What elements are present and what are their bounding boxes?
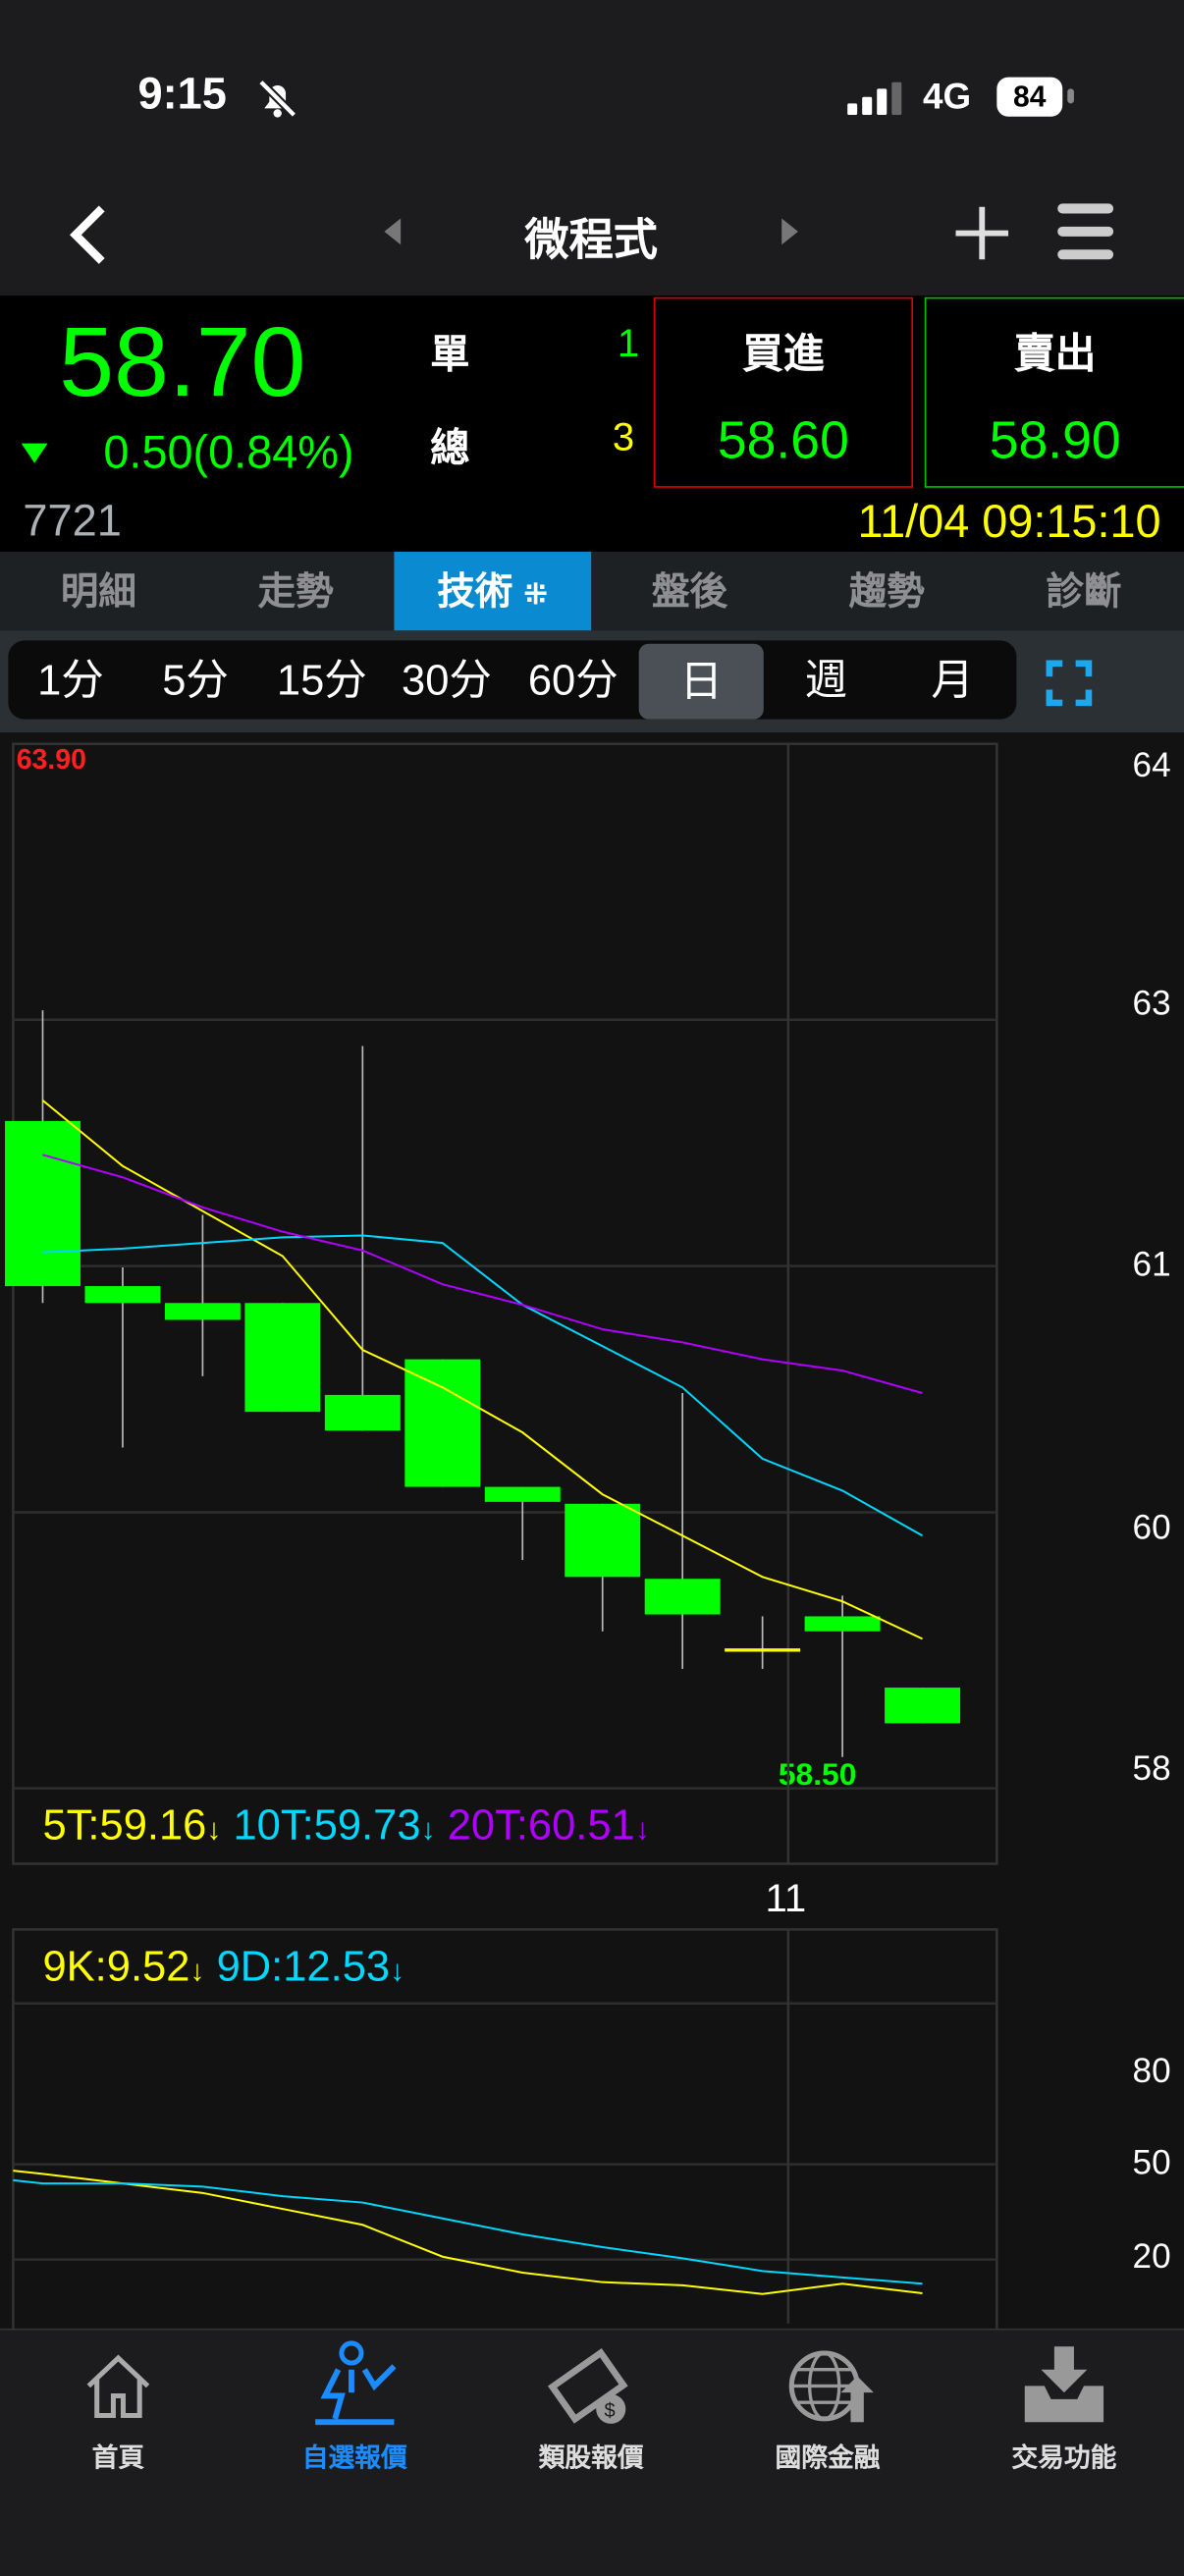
tab-details[interactable]: 明細 — [0, 552, 197, 630]
kd-legend: 9K:9.52↓ 9D:12.53↓ — [42, 1941, 404, 1992]
bid-box[interactable]: 買進 58.60 — [653, 296, 914, 488]
status-bar: 9:15 4G 84 — [0, 0, 1184, 181]
x-tick-label: 11 — [765, 1876, 807, 1922]
bid-label: 買進 — [742, 331, 825, 378]
collapse-icon: ⁜ — [522, 577, 549, 612]
total-volume: 3 — [612, 415, 635, 460]
down-triangle-icon — [21, 443, 48, 463]
period-selector: 1分 5分 15分 30分 60分 日 週 月 — [0, 630, 1184, 733]
nav-trade-label: 交易功能 — [1011, 2444, 1117, 2474]
back-icon[interactable] — [66, 203, 112, 266]
period-day[interactable]: 日 — [638, 643, 764, 720]
ma5-legend: 5T:59.16 — [42, 1799, 207, 1850]
y-tick-label: 64 — [1132, 747, 1171, 785]
tab-technical[interactable]: 技術 ⁜ — [394, 552, 592, 631]
battery-level: 84 — [996, 77, 1063, 117]
bell-slash-icon — [258, 79, 297, 119]
status-time: 9:15 — [137, 69, 227, 119]
stock-title: 微程式 — [524, 215, 658, 265]
stock-technical-screen: 9:15 4G 84 微程式 58.70 0.50(0.84%) 單 1 總 3… — [0, 0, 1184, 2576]
quote-panel: 58.70 0.50(0.84%) 單 1 總 3 買進 58.60 賣出 58… — [0, 295, 1184, 553]
bottom-nav: 首頁 自選報價 $ 類股報價 國際金融 交易功能 — [0, 2328, 1184, 2576]
down-arrow-icon: ↓ — [390, 1954, 405, 1987]
ma20-legend: 20T:60.51 — [447, 1799, 635, 1850]
period-60min[interactable]: 60分 — [511, 640, 635, 719]
add-icon[interactable] — [952, 203, 1011, 262]
nav-watchlist-label: 自選報價 — [301, 2444, 407, 2474]
nav-bar: 微程式 — [0, 180, 1184, 296]
nav-home-label: 首頁 — [91, 2444, 145, 2474]
signal-icon — [847, 81, 902, 116]
tab-technical-label: 技術 — [437, 569, 513, 613]
y-tick-label: 60 — [1132, 1509, 1171, 1547]
home-icon — [86, 2354, 150, 2419]
chart-area[interactable]: 64 63 61 60 58 11 80 50 20 63.90 58.50 5… — [0, 732, 1184, 2329]
tab-after-hours[interactable]: 盤後 — [591, 552, 788, 630]
battery-tip-icon — [1067, 88, 1074, 104]
globe-icon — [788, 2350, 874, 2423]
ma-legend: 5T:59.16↓ 10T:59.73↓ 20T:60.51↓ — [42, 1799, 649, 1851]
unit-volume: 1 — [617, 321, 640, 367]
nav-sector-label: 類股報價 — [538, 2444, 644, 2474]
period-month[interactable]: 月 — [890, 640, 1015, 719]
down-arrow-icon: ↓ — [206, 1812, 222, 1847]
kd-y-tick-label: 20 — [1132, 2237, 1171, 2277]
total-label: 總 — [430, 426, 470, 472]
svg-text:$: $ — [605, 2400, 616, 2422]
kd-y-tick-label: 50 — [1132, 2144, 1171, 2183]
k-legend: 9K:9.52 — [42, 1941, 190, 1991]
ask-label: 賣出 — [1013, 331, 1097, 378]
tab-trend[interactable]: 走勢 — [197, 552, 395, 630]
bid-price: 58.60 — [717, 410, 849, 470]
ask-price: 58.90 — [989, 410, 1121, 470]
nav-international-label: 國際金融 — [775, 2444, 881, 2474]
period-5min[interactable]: 5分 — [133, 640, 257, 719]
tab-diagnosis[interactable]: 診斷 — [986, 552, 1183, 630]
y-tick-label: 61 — [1132, 1246, 1171, 1285]
film-icon: $ — [547, 2348, 628, 2424]
fullscreen-icon[interactable] — [1046, 660, 1093, 707]
last-price: 58.70 — [59, 306, 306, 417]
down-arrow-icon: ↓ — [420, 1812, 436, 1847]
menu-icon[interactable] — [1054, 200, 1117, 263]
period-bar: 1分 5分 15分 30分 60分 日 週 月 — [8, 640, 1017, 720]
unit-label: 單 — [430, 333, 470, 378]
down-arrow-icon: ↓ — [189, 1954, 205, 1987]
stock-code: 7721 — [23, 496, 122, 546]
quote-datetime: 11/04 09:15:10 — [857, 496, 1161, 548]
low-price-label: 58.50 — [778, 1758, 857, 1794]
y-tick-label: 58 — [1132, 1750, 1171, 1789]
period-15min[interactable]: 15分 — [259, 640, 384, 719]
watchlist-person-icon — [315, 2340, 397, 2426]
period-week[interactable]: 週 — [764, 640, 888, 719]
inbox-download-icon — [1024, 2346, 1104, 2423]
tab-bar: 明細 走勢 技術 ⁜ 盤後 趨勢 診斷 — [0, 552, 1184, 631]
period-1min[interactable]: 1分 — [8, 640, 133, 719]
kd-y-tick-label: 80 — [1132, 2052, 1171, 2091]
next-stock-icon[interactable] — [779, 217, 801, 246]
prev-stock-icon[interactable] — [381, 217, 404, 246]
down-arrow-icon: ↓ — [634, 1812, 650, 1847]
d-legend: 9D:12.53 — [216, 1941, 391, 1991]
network-type: 4G — [923, 75, 972, 117]
price-change: 0.50(0.84%) — [103, 426, 354, 478]
y-tick-label: 63 — [1132, 985, 1171, 1024]
period-30min[interactable]: 30分 — [384, 640, 509, 719]
high-price-label: 63.90 — [16, 743, 86, 776]
ask-box[interactable]: 賣出 58.90 — [924, 296, 1184, 488]
ma10-legend: 10T:59.73 — [233, 1799, 421, 1850]
tab-tendency[interactable]: 趨勢 — [788, 552, 986, 630]
